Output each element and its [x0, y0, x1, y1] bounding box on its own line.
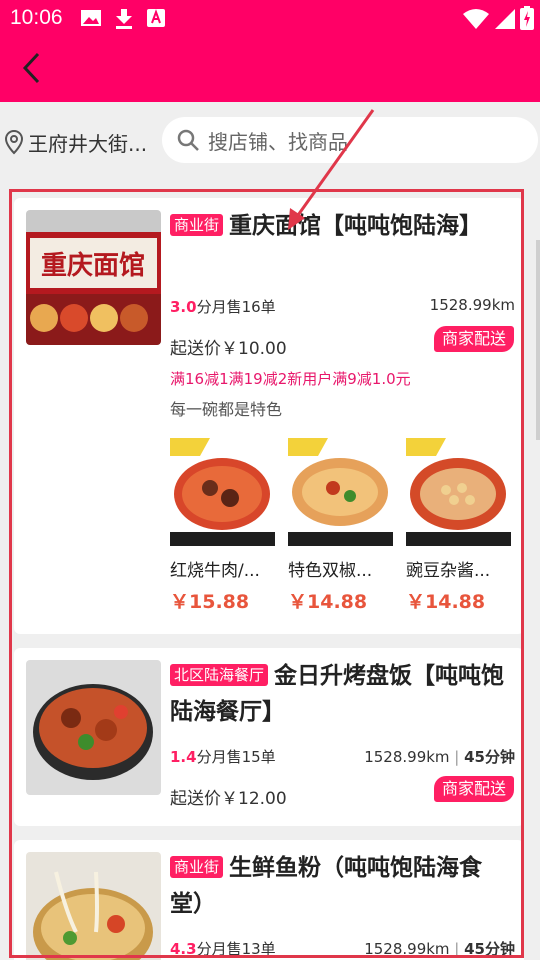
shop-name: 重庆面馆【吨吨饱陆海】: [229, 213, 483, 239]
scrollbar[interactable]: [536, 240, 540, 440]
distance: 1528.99km: [364, 748, 450, 766]
svg-text:重庆面馆: 重庆面馆: [41, 250, 145, 281]
signal-icon: [495, 9, 515, 29]
wifi-icon: [463, 9, 489, 29]
rating-score: 1.4: [170, 748, 197, 766]
shop-title[interactable]: 北区陆海餐厅 金日升烤盘饭【吨吨饱陆海餐厅】: [170, 658, 515, 730]
app-bar: [0, 36, 540, 102]
dish-item[interactable]: 特色双椒... ￥14.88: [288, 438, 393, 614]
min-order: 起送价￥10.00: [170, 339, 287, 359]
distance: 1528.99km: [429, 296, 515, 314]
battery-icon: [520, 6, 534, 30]
shop-photo: [26, 852, 161, 960]
location-selector[interactable]: 王府井大街...: [4, 124, 148, 160]
rating-score: 4.3: [170, 940, 197, 958]
dish-name: 特色双椒...: [288, 561, 373, 581]
dish-item[interactable]: 豌豆杂酱... ￥14.88: [406, 438, 511, 614]
shop-meta: 4.3分月售13单 1528.99km | 45分钟: [170, 938, 515, 960]
delivery-time: 45分钟: [464, 940, 515, 958]
location-text: 王府井大街...: [28, 131, 148, 156]
shop-tag: 北区陆海餐厅: [170, 664, 269, 686]
rating-unit: 分: [196, 298, 212, 316]
shop-photo: [26, 660, 161, 795]
delivery-badge: 商家配送: [433, 326, 514, 352]
dish-item[interactable]: 红烧牛肉/... ￥15.88: [170, 438, 275, 614]
search-icon: [177, 129, 199, 151]
image-icon: [81, 10, 101, 26]
dish-price: ￥14.88: [406, 591, 486, 613]
distance-time: 1528.99km | 45分钟: [364, 748, 515, 766]
rating-unit: 分: [196, 940, 212, 958]
search-placeholder: 搜店铺、找商品: [208, 129, 348, 154]
shop-meta: 1.4分月售15单 1528.99km | 45分钟: [170, 746, 515, 770]
monthly-sales: 月售15单: [211, 748, 276, 766]
dish-price: ￥14.88: [288, 591, 368, 613]
dish-name: 豌豆杂酱...: [406, 561, 491, 581]
shop-card[interactable]: 重庆面馆 商业街 重庆面馆【吨吨饱陆海】 3.0分月售16单 1528.99km …: [14, 198, 524, 634]
dish-photo: [170, 438, 275, 546]
shop-tag: 商业街: [170, 214, 224, 236]
delivery-badge: 商家配送: [433, 776, 514, 802]
shop-title[interactable]: 商业街 生鲜鱼粉（吨吨饱陆海食堂）: [170, 850, 515, 922]
shop-photo: 重庆面馆: [26, 210, 161, 345]
delivery-time: 45分钟: [464, 748, 515, 766]
shop-meta: 3.0分月售16单 1528.99km: [170, 296, 515, 320]
location-pin-icon: [4, 129, 24, 155]
search-input[interactable]: 搜店铺、找商品: [162, 117, 538, 163]
shop-slogan: 每一碗都是特色: [170, 400, 283, 419]
status-time: 10:06: [10, 6, 63, 29]
status-bar: 10:06: [0, 0, 540, 36]
distance: 1528.99km: [364, 940, 450, 958]
monthly-sales: 月售13单: [211, 940, 276, 958]
download-icon: [116, 9, 132, 29]
shop-list[interactable]: 重庆面馆 商业街 重庆面馆【吨吨饱陆海】 3.0分月售16单 1528.99km …: [0, 182, 540, 960]
dish-price: ￥15.88: [170, 591, 250, 613]
back-arrow-icon[interactable]: [18, 50, 48, 86]
rating-unit: 分: [196, 748, 212, 766]
distance-time: 1528.99km | 45分钟: [364, 940, 515, 958]
search-bar: 王府井大街... 搜店铺、找商品: [0, 102, 540, 182]
font-icon: [147, 9, 165, 27]
shop-title[interactable]: 商业街 重庆面馆【吨吨饱陆海】: [170, 208, 515, 244]
min-order: 起送价￥12.00: [170, 789, 287, 809]
promo-text: 满16减1满19减2新用户满9减1.0元: [170, 370, 411, 388]
dish-photo: [288, 438, 393, 546]
dish-name: 红烧牛肉/...: [170, 561, 260, 581]
shop-tag: 商业街: [170, 856, 224, 878]
shop-card[interactable]: 商业街 生鲜鱼粉（吨吨饱陆海食堂） 4.3分月售13单 1528.99km | 4…: [14, 840, 524, 960]
monthly-sales: 月售16单: [211, 298, 276, 316]
shop-card[interactable]: 北区陆海餐厅 金日升烤盘饭【吨吨饱陆海餐厅】 1.4分月售15单 1528.99k…: [14, 648, 524, 826]
rating-score: 3.0: [170, 298, 197, 316]
dish-photo: [406, 438, 511, 546]
